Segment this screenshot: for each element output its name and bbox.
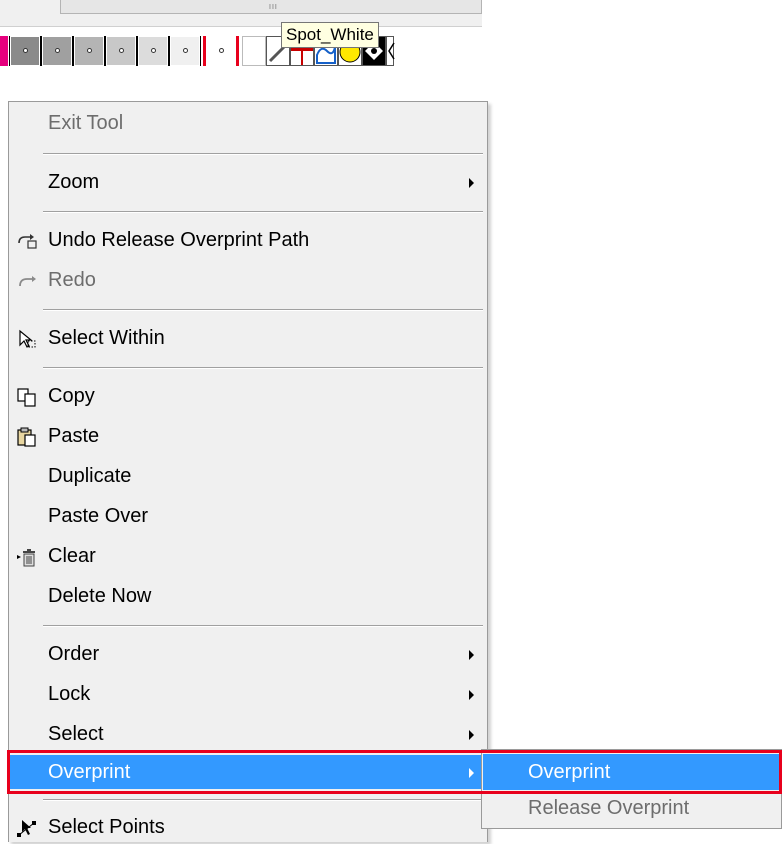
menu-item-label: Undo Release Overprint Path xyxy=(48,229,310,251)
swatch-gray-6[interactable] xyxy=(169,36,201,66)
menu-item-select-points[interactable]: Select Points xyxy=(10,810,484,844)
menu-item-label: Select Points xyxy=(48,816,165,838)
submenu-arrow-icon xyxy=(469,768,474,778)
menu-item-label: Exit Tool xyxy=(48,112,124,134)
menu-item-select[interactable]: Select xyxy=(10,717,484,751)
spot-dot-icon xyxy=(23,48,28,53)
redo-icon xyxy=(19,276,36,287)
menu-item-undo[interactable]: Undo Release Overprint Path xyxy=(10,223,484,257)
swatch-gray-5[interactable] xyxy=(137,36,169,66)
select-within-icon xyxy=(19,329,36,348)
menu-item-label: Copy xyxy=(48,385,95,407)
menu-separator xyxy=(43,367,483,369)
menu-separator xyxy=(43,309,483,311)
menu-separator xyxy=(43,625,483,627)
spot-dot-icon xyxy=(119,48,124,53)
swatch-magenta[interactable] xyxy=(0,36,8,66)
menu-separator xyxy=(43,211,483,213)
spot-dot-icon xyxy=(55,48,60,53)
menu-item-label: Zoom xyxy=(48,171,100,193)
menu-item-label: Select Within xyxy=(48,327,165,349)
menu-item-label: Order xyxy=(48,643,100,665)
copy-icon xyxy=(17,388,36,407)
submenu-arrow-icon xyxy=(469,690,474,700)
swatch-spot-white[interactable] xyxy=(203,36,239,66)
menu-item-paste-over[interactable]: Paste Over xyxy=(10,499,484,533)
menu-item-redo[interactable]: Redo xyxy=(10,263,484,297)
menu-item-zoom[interactable]: Zoom xyxy=(10,165,484,199)
submenu-arrow-icon xyxy=(469,730,474,740)
trash-icon xyxy=(17,549,35,567)
menu-item-paste[interactable]: Paste xyxy=(10,419,484,453)
select-points-icon xyxy=(17,820,36,837)
menu-item-delete-now[interactable]: Delete Now xyxy=(10,579,484,613)
menu-item-label: Lock xyxy=(48,683,91,705)
horizontal-scrollbar[interactable]: III xyxy=(0,0,482,27)
submenu-item-label: Release Overprint xyxy=(528,797,690,819)
submenu-item-overprint[interactable]: Overprint xyxy=(483,754,782,790)
menu-separator xyxy=(43,153,483,155)
menu-item-exit-tool[interactable]: Exit Tool xyxy=(10,106,484,140)
swatch-gray-1[interactable] xyxy=(9,36,41,66)
menu-item-label: Redo xyxy=(48,269,96,291)
submenu-item-release-overprint[interactable]: Release Overprint xyxy=(483,790,782,826)
menu-item-overprint[interactable]: Overprint xyxy=(10,755,484,789)
spot-dot-icon xyxy=(219,48,224,53)
submenu-arrow-icon xyxy=(469,650,474,660)
menu-item-label: Duplicate xyxy=(48,465,132,487)
color-swatch-bar xyxy=(0,36,482,66)
swatch-gray-4[interactable] xyxy=(105,36,137,66)
menu-item-label: Select xyxy=(48,723,104,745)
submenu-arrow-icon xyxy=(469,178,474,188)
swatch-tooltip: Spot_White xyxy=(281,22,379,48)
menu-item-duplicate[interactable]: Duplicate xyxy=(10,459,484,493)
swatch-gray-3[interactable] xyxy=(73,36,105,66)
undo-icon xyxy=(18,234,37,249)
spot-dot-icon xyxy=(87,48,92,53)
overprint-submenu: Overprint Release Overprint xyxy=(481,749,782,829)
paste-icon xyxy=(17,427,36,447)
menu-item-label: Delete Now xyxy=(48,585,152,607)
menu-item-clear[interactable]: Clear xyxy=(10,539,484,573)
none-swatch[interactable] xyxy=(242,36,266,66)
scroll-grip: III xyxy=(269,4,278,11)
context-menu: Exit Tool Zoom Undo Release Overprint Pa… xyxy=(8,101,488,842)
menu-item-order[interactable]: Order xyxy=(10,637,484,671)
menu-separator xyxy=(43,799,483,801)
spot-dot-icon xyxy=(151,48,156,53)
spot-dot-icon xyxy=(183,48,188,53)
menu-item-label: Overprint xyxy=(48,761,131,783)
menu-item-label: Clear xyxy=(48,545,96,567)
menu-item-label: Paste xyxy=(48,425,100,447)
menu-item-lock[interactable]: Lock xyxy=(10,677,484,711)
submenu-item-label: Overprint xyxy=(528,761,611,783)
scroll-thumb[interactable]: III xyxy=(60,0,482,14)
chevron-left-icon xyxy=(388,42,395,60)
menu-item-select-within[interactable]: Select Within xyxy=(10,321,484,355)
partial-swatch[interactable] xyxy=(386,36,395,66)
swatch-gray-2[interactable] xyxy=(41,36,73,66)
menu-item-label: Paste Over xyxy=(48,505,149,527)
menu-item-copy[interactable]: Copy xyxy=(10,379,484,413)
